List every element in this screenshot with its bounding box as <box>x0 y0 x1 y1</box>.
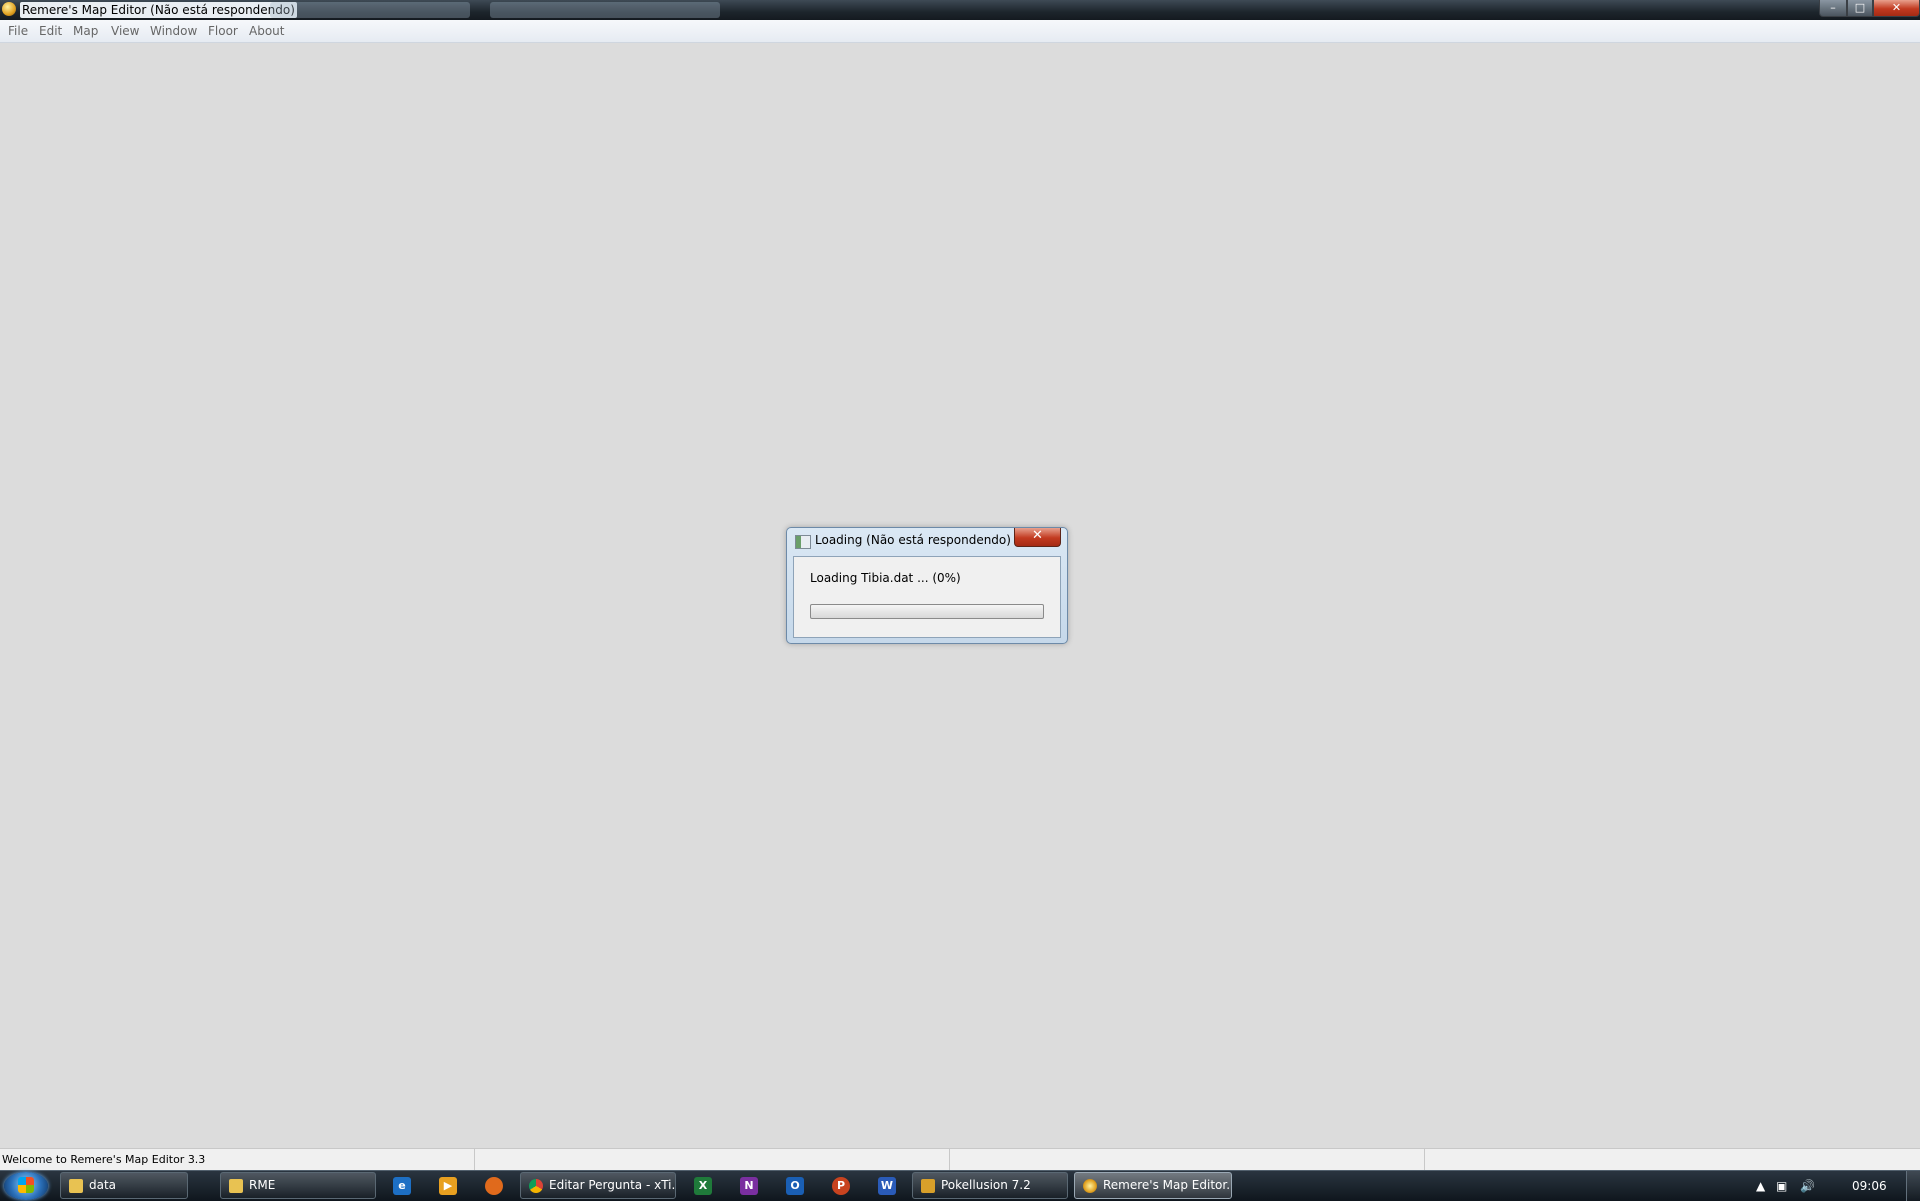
title-bar: Remere's Map Editor (Não está respondend… <box>0 0 1920 20</box>
status-pane <box>950 1149 1425 1171</box>
menu-floor[interactable]: Floor <box>204 23 242 39</box>
status-pane: Welcome to Remere's Map Editor 3.3 <box>0 1149 475 1171</box>
maximize-icon: □ <box>1854 1 1866 14</box>
word-icon[interactable]: W <box>878 1177 896 1195</box>
menu-edit[interactable]: Edit <box>35 23 66 39</box>
maximize-button[interactable]: □ <box>1847 0 1873 17</box>
show-desktop-button[interactable] <box>1906 1171 1920 1201</box>
menu-bar: File Edit Map View Window Floor About <box>0 20 1920 43</box>
status-bar: Welcome to Remere's Map Editor 3.3 <box>0 1148 1920 1171</box>
menu-view[interactable]: View <box>107 23 143 39</box>
folder-icon <box>69 1179 83 1193</box>
status-text: Welcome to Remere's Map Editor 3.3 <box>2 1153 206 1166</box>
status-pane <box>475 1149 950 1171</box>
app-icon[interactable] <box>2 2 16 16</box>
taskbar-button-label: RME <box>249 1178 276 1192</box>
menu-map[interactable]: Map <box>69 23 102 39</box>
progress-bar <box>810 604 1044 619</box>
close-icon: ✕ <box>1032 528 1043 543</box>
background-window-tab <box>270 2 470 18</box>
volume-icon[interactable]: 🔊 <box>1800 1171 1815 1201</box>
menu-window[interactable]: Window <box>146 23 201 39</box>
close-button[interactable]: ✕ <box>1873 0 1920 17</box>
dialog-title: Loading (Não está respondendo) <box>815 533 1011 547</box>
start-button[interactable] <box>4 1172 48 1200</box>
onenote-icon[interactable]: N <box>740 1177 758 1195</box>
folder-icon <box>229 1179 243 1193</box>
taskbar-button-label: Pokellusion 7.2 <box>941 1178 1031 1192</box>
internet-explorer-icon[interactable]: e <box>393 1177 411 1195</box>
dialog-close-button[interactable]: ✕ <box>1014 528 1061 547</box>
minimize-button[interactable]: – <box>1819 0 1847 17</box>
firefox-icon[interactable] <box>485 1177 503 1195</box>
clock[interactable]: 09:06 <box>1852 1171 1887 1201</box>
loading-dialog: Loading (Não está respondendo) ✕ Loading… <box>786 527 1068 644</box>
taskbar-button-label: data <box>89 1178 117 1192</box>
game-icon <box>921 1179 935 1193</box>
chrome-icon <box>529 1179 543 1193</box>
menu-about[interactable]: About <box>245 23 288 39</box>
windows-logo-icon <box>18 1177 34 1193</box>
outlook-icon[interactable]: O <box>786 1177 804 1195</box>
taskbar-button-label: Editar Pergunta - xTi... <box>549 1178 676 1192</box>
dialog-window-icon <box>795 535 811 549</box>
powerpoint-icon[interactable]: P <box>832 1177 850 1195</box>
window-title: Remere's Map Editor (Não está respondend… <box>20 2 297 18</box>
taskbar-button-chrome[interactable]: Editar Pergunta - xTi... <box>520 1172 676 1199</box>
taskbar: data RME e ▶ Editar Pergunta - xTi... X … <box>0 1170 1920 1201</box>
loading-message: Loading Tibia.dat ... (0%) <box>810 571 961 585</box>
minimize-icon: – <box>1830 1 1836 14</box>
taskbar-button-data[interactable]: data <box>60 1172 188 1199</box>
taskbar-button-label: Remere's Map Editor... <box>1103 1178 1232 1192</box>
status-pane <box>1425 1149 1920 1171</box>
media-player-icon[interactable]: ▶ <box>439 1177 457 1195</box>
excel-icon[interactable]: X <box>694 1177 712 1195</box>
taskbar-button-rme[interactable]: RME <box>220 1172 376 1199</box>
menu-file[interactable]: File <box>4 23 32 39</box>
close-icon: ✕ <box>1891 1 1902 14</box>
tray-expand-icon[interactable]: ▲ <box>1756 1171 1765 1201</box>
network-icon[interactable]: ▣ <box>1776 1171 1787 1201</box>
background-window-tab <box>490 2 720 18</box>
taskbar-button-pokellusion[interactable]: Pokellusion 7.2 <box>912 1172 1068 1199</box>
rme-icon <box>1083 1179 1097 1193</box>
taskbar-button-rme-window[interactable]: Remere's Map Editor... <box>1074 1172 1232 1199</box>
dialog-body: Loading Tibia.dat ... (0%) <box>793 556 1061 638</box>
